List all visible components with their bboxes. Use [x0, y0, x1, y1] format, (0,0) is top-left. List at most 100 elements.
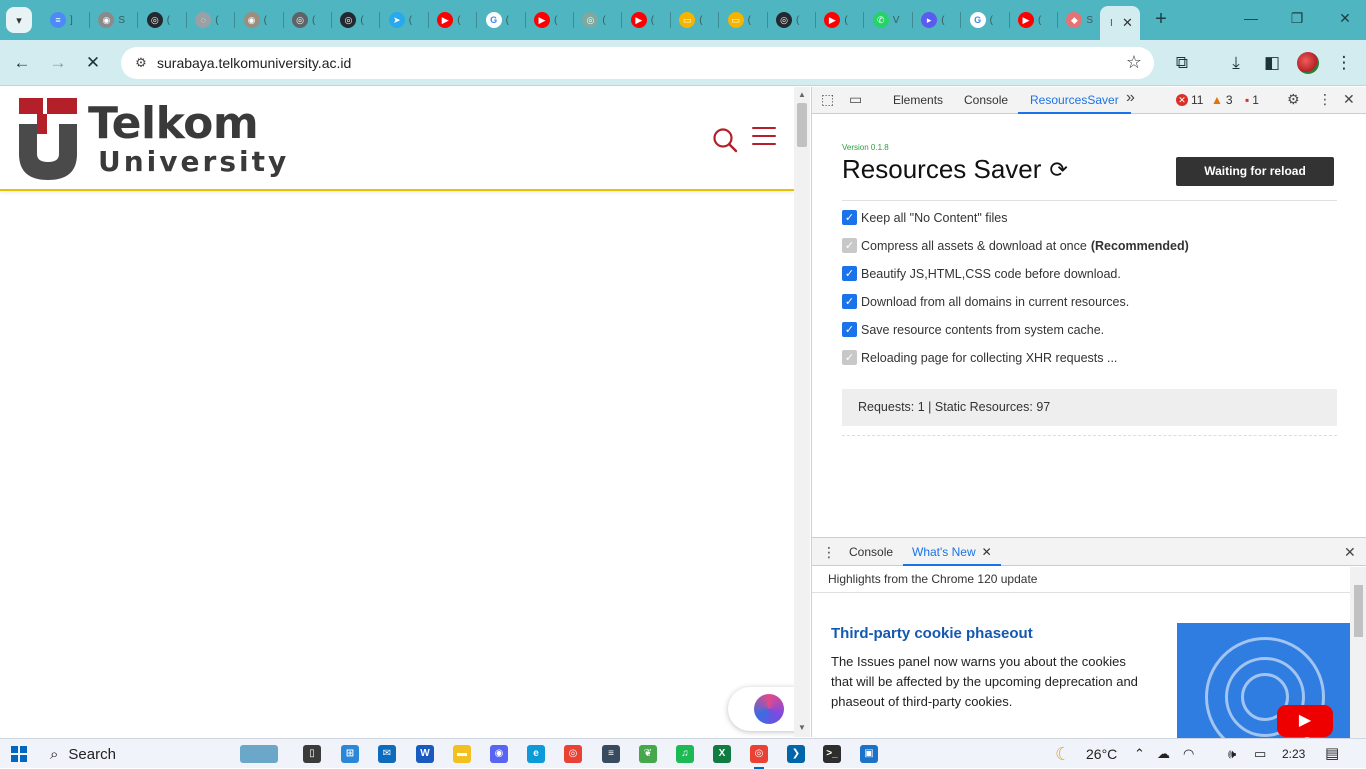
close-tab-icon[interactable]: ✕ — [982, 538, 992, 564]
file-explorer-icon[interactable]: ▬ — [453, 745, 471, 763]
browser-tab[interactable]: ▶( — [1012, 8, 1058, 32]
devtools-menu-icon[interactable]: ⋮ — [1318, 91, 1332, 108]
browser-tab[interactable]: ▶( — [431, 8, 478, 32]
battery-icon[interactable]: ▭ — [1254, 739, 1266, 769]
spotify-icon[interactable]: ♫ — [676, 745, 694, 763]
browser-tab[interactable]: ◉ S — [92, 8, 139, 32]
edge-icon[interactable]: e — [527, 745, 545, 763]
stop-loading-icon[interactable]: ✕ — [82, 52, 104, 74]
site-logo-text[interactable]: Telkom University — [88, 101, 289, 177]
option-checkbox[interactable]: ✓ — [842, 266, 857, 281]
option-checkbox[interactable]: ✓ — [842, 294, 857, 309]
word-icon[interactable]: W — [416, 745, 434, 763]
clock-time[interactable]: 2:23 — [1282, 739, 1305, 769]
download-icon[interactable]: ⤓ — [1225, 52, 1247, 74]
forward-icon[interactable]: → — [47, 52, 69, 74]
chrome-icon[interactable]: ◎ — [564, 745, 582, 763]
browser-tab[interactable]: G( — [480, 8, 526, 32]
browser-tab[interactable]: ◎( — [576, 8, 623, 32]
browser-tab[interactable]: ▶( — [818, 8, 865, 32]
back-icon[interactable]: ← — [11, 52, 33, 74]
reload-icon[interactable]: ⟳ — [1049, 157, 1067, 183]
extensions-icon[interactable]: ⧉ — [1171, 52, 1193, 74]
discord-icon[interactable]: ◉ — [490, 745, 508, 763]
waiting-for-reload-button[interactable]: Waiting for reload — [1176, 157, 1334, 186]
profile-avatar[interactable] — [1297, 52, 1319, 74]
browser-tab[interactable]: ◎( — [334, 8, 381, 32]
drawer-tab-whats-new[interactable]: What's New ✕ — [903, 538, 1001, 566]
more-tabs-icon[interactable]: » — [1126, 89, 1135, 107]
browser-tab[interactable]: ▶( — [528, 8, 574, 32]
address-bar[interactable]: ⚙ surabaya.telkomuniversity.ac.id ☆ — [121, 47, 1154, 79]
telkom-logo-icon[interactable] — [19, 98, 77, 180]
warning-count-badge[interactable]: ▲ 3 — [1211, 93, 1233, 107]
feature-video-thumbnail[interactable]: ▶ — [1177, 623, 1350, 738]
play-video-icon[interactable]: ▶ — [1277, 705, 1333, 737]
tray-overflow-icon[interactable]: ⌃ — [1134, 739, 1145, 769]
browser-tab[interactable]: ≡] — [44, 8, 90, 32]
browser-tab[interactable]: ◌( — [189, 8, 236, 32]
option-row[interactable]: ✓ Beautify JS,HTML,CSS code before downlo… — [842, 266, 1121, 281]
option-row[interactable]: ✓ Keep all "No Content" files — [842, 210, 1007, 225]
browser-tab[interactable]: ▭( — [673, 8, 720, 32]
browser-menu-icon[interactable]: ⋮ — [1333, 52, 1355, 74]
assistant-button[interactable] — [728, 687, 798, 731]
side-panel-icon[interactable]: ◧ — [1261, 52, 1283, 74]
minimize-button[interactable]: — — [1240, 10, 1262, 30]
wallpaper-widget-icon[interactable] — [240, 745, 278, 763]
browser-tab[interactable]: ➤( — [383, 8, 429, 32]
drawer-scrollbar[interactable] — [1350, 567, 1366, 738]
tab-search-button[interactable]: ▾ — [6, 7, 32, 33]
tab-resourcessaver[interactable]: ResourcesSaver — [1018, 87, 1131, 114]
option-checkbox[interactable]: ✓ — [842, 210, 857, 225]
device-toolbar-icon[interactable]: ▭ — [849, 91, 862, 108]
weather-icon[interactable]: ☾ — [1055, 739, 1071, 769]
volume-icon[interactable]: 🕪 — [1228, 739, 1236, 769]
scroll-thumb[interactable] — [797, 103, 807, 147]
option-row[interactable]: ✓ Compress all assets & download at once(… — [842, 238, 1189, 253]
hamburger-menu-icon[interactable] — [752, 127, 776, 147]
mail-icon[interactable]: ✉ — [378, 745, 396, 763]
option-row[interactable]: ✓ Reloading page for collecting XHR reque… — [842, 350, 1117, 365]
close-tab-icon[interactable]: ✕ — [1122, 15, 1133, 31]
browser-tab[interactable]: ◎( — [770, 8, 816, 32]
notification-center-icon[interactable]: ▤ — [1325, 739, 1339, 769]
feature-headline[interactable]: Third-party cookie phaseout — [831, 625, 1033, 642]
inspect-element-icon[interactable]: ⬚ — [821, 91, 834, 108]
drawer-close-icon[interactable]: ✕ — [1344, 544, 1356, 561]
onedrive-icon[interactable]: ☁ — [1157, 739, 1170, 769]
windows-start-icon[interactable] — [11, 746, 27, 762]
issues-count-badge[interactable]: ▪ 1 — [1245, 93, 1259, 107]
scroll-thumb[interactable] — [1354, 585, 1363, 637]
vscode-icon[interactable]: ❯ — [787, 745, 805, 763]
url-text[interactable]: surabaya.telkomuniversity.ac.id — [157, 55, 351, 71]
drawer-tab-console[interactable]: Console — [849, 538, 893, 566]
browser-tab[interactable]: ✆ V — [867, 8, 913, 32]
new-tab-button[interactable]: + — [1150, 9, 1172, 31]
chrome-active-icon[interactable]: ◎ — [750, 745, 768, 769]
error-count-badge[interactable]: ✕ 11 — [1176, 93, 1203, 107]
search-icon[interactable] — [712, 127, 738, 153]
scroll-down-arrow[interactable]: ▼ — [798, 723, 806, 732]
browser-tab[interactable]: ◉( — [238, 8, 284, 32]
tab-elements[interactable]: Elements — [893, 87, 943, 114]
weather-temperature[interactable]: 26°C — [1086, 739, 1117, 769]
window-close-button[interactable]: ✕ — [1334, 10, 1356, 30]
tab-console[interactable]: Console — [964, 87, 1008, 114]
browser-tab[interactable]: ◎( — [141, 8, 187, 32]
site-info-icon[interactable]: ⚙ — [127, 55, 155, 71]
media-app-icon[interactable]: ▣ — [860, 745, 878, 763]
scroll-up-arrow[interactable]: ▲ — [798, 90, 806, 99]
browser-tab[interactable]: G( — [964, 8, 1010, 32]
browser-tab[interactable]: ▶( — [625, 8, 671, 32]
browser-tab[interactable]: ▸( — [915, 8, 962, 32]
wifi-icon[interactable]: ◠ — [1183, 739, 1194, 769]
option-row[interactable]: ✓ Save resource contents from system cach… — [842, 322, 1104, 337]
devtools-close-icon[interactable]: ✕ — [1343, 91, 1355, 108]
option-row[interactable]: ✓ Download from all domains in current re… — [842, 294, 1129, 309]
leaf-app-icon[interactable]: ❦ — [639, 745, 657, 763]
task-view-icon[interactable]: ▯ — [303, 745, 321, 763]
active-tab[interactable]: I ✕ — [1100, 6, 1140, 40]
page-scrollbar[interactable]: ▲ ▼ — [794, 87, 810, 737]
excel-icon[interactable]: X — [713, 745, 731, 763]
